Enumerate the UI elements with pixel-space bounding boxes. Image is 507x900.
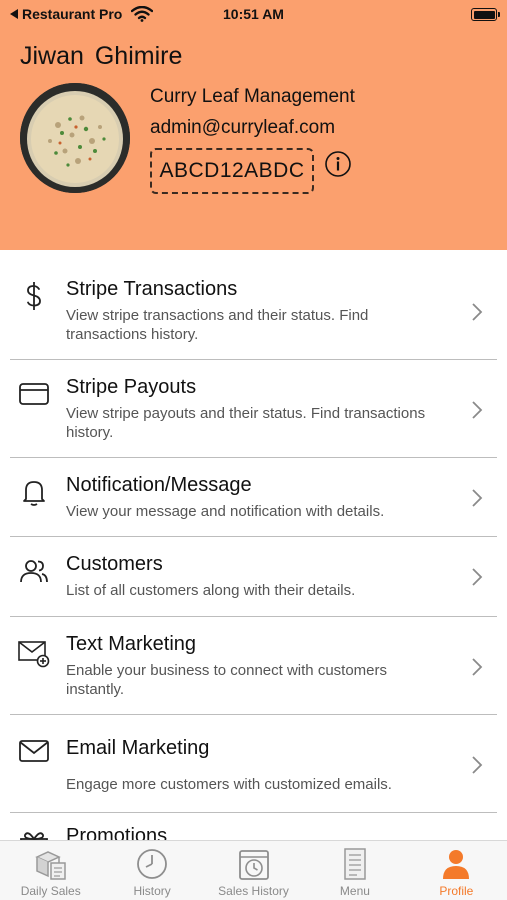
tab-label: Menu bbox=[339, 884, 370, 898]
menu-item-desc: View stripe payouts and their status. Fi… bbox=[66, 405, 426, 441]
menu-item-stripe-transactions[interactable]: Stripe Transactions View stripe transact… bbox=[10, 262, 497, 360]
chevron-right-icon bbox=[472, 401, 483, 419]
status-bar: Restaurant Pro 10:51 AM bbox=[0, 0, 507, 28]
dollar-icon bbox=[27, 282, 41, 310]
tab-label: Profile bbox=[439, 884, 474, 898]
clock-icon bbox=[137, 849, 168, 879]
menu-item-title: Promotions bbox=[66, 825, 168, 840]
tab-profile[interactable]: Profile bbox=[406, 841, 507, 900]
menu-item-title: Notification/Message bbox=[66, 474, 252, 496]
menu-item-email-marketing[interactable]: Email Marketing Engage more customers wi… bbox=[10, 715, 497, 813]
boxes-icon bbox=[34, 851, 66, 880]
menu-item-stripe-payouts[interactable]: Stripe Payouts View stripe payouts and t… bbox=[10, 360, 497, 458]
menu-item-desc: View your message and notification with … bbox=[66, 503, 385, 520]
tab-bar: Daily Sales History Sales History Menu P… bbox=[0, 840, 507, 900]
chevron-right-icon bbox=[472, 489, 483, 507]
menu-item-desc: View stripe transactions and their statu… bbox=[66, 307, 369, 343]
menu-item-desc: Enable your business to connect with cus… bbox=[66, 662, 387, 698]
menu-item-title: Email Marketing bbox=[66, 737, 210, 759]
tab-sales-history[interactable]: Sales History bbox=[203, 841, 304, 900]
menu-item-title: Text Marketing bbox=[66, 633, 197, 655]
card-icon bbox=[19, 383, 49, 405]
tab-daily-sales[interactable]: Daily Sales bbox=[0, 841, 101, 900]
tab-history[interactable]: History bbox=[101, 841, 202, 900]
menu-item-desc: List of all customers along with their d… bbox=[66, 582, 356, 599]
mail-plus-icon bbox=[18, 641, 50, 668]
tab-label: History bbox=[133, 884, 171, 898]
gift-icon bbox=[20, 832, 48, 840]
profile-menu-list: Stripe Transactions View stripe transact… bbox=[10, 262, 497, 840]
bell-icon bbox=[23, 481, 45, 506]
menu-item-desc: Engage more customers with customized em… bbox=[66, 776, 392, 793]
chevron-right-icon bbox=[472, 303, 483, 321]
business-name: Curry Leaf Management bbox=[150, 86, 355, 107]
menu-item-notification-message[interactable]: Notification/Message View your message a… bbox=[10, 458, 497, 537]
profile-name: Jiwan Ghimire bbox=[20, 42, 183, 70]
profile-header: Restaurant Pro 10:51 AM Jiwan Ghimire Cu… bbox=[0, 0, 507, 250]
chevron-right-icon bbox=[472, 756, 483, 774]
status-time: 10:51 AM bbox=[223, 6, 284, 22]
food-image bbox=[20, 83, 130, 193]
menu-item-text-marketing[interactable]: Text Marketing Enable your business to c… bbox=[10, 617, 497, 715]
calendar-clock-icon bbox=[238, 850, 269, 880]
avatar[interactable] bbox=[20, 83, 130, 193]
menu-item-promotions[interactable]: Promotions bbox=[10, 813, 497, 840]
menu-item-title: Customers bbox=[66, 553, 163, 575]
menu-item-customers[interactable]: Customers List of all customers along wi… bbox=[10, 537, 497, 617]
users-icon bbox=[20, 560, 48, 583]
chevron-right-icon bbox=[472, 568, 483, 586]
chevron-right-icon bbox=[472, 658, 483, 676]
business-email: admin@curryleaf.com bbox=[150, 117, 336, 138]
business-code[interactable]: ABCD12ABDC bbox=[150, 148, 314, 194]
tab-label: Sales History bbox=[218, 884, 289, 898]
tab-label: Daily Sales bbox=[20, 884, 81, 898]
tab-menu[interactable]: Menu bbox=[304, 841, 405, 900]
menu-list-icon bbox=[344, 848, 366, 880]
envelope-icon bbox=[19, 740, 49, 762]
person-icon bbox=[443, 850, 470, 879]
menu-item-title: Stripe Payouts bbox=[66, 376, 197, 398]
info-icon[interactable] bbox=[324, 150, 352, 178]
menu-item-title: Stripe Transactions bbox=[66, 278, 238, 300]
battery-icon bbox=[471, 8, 500, 21]
